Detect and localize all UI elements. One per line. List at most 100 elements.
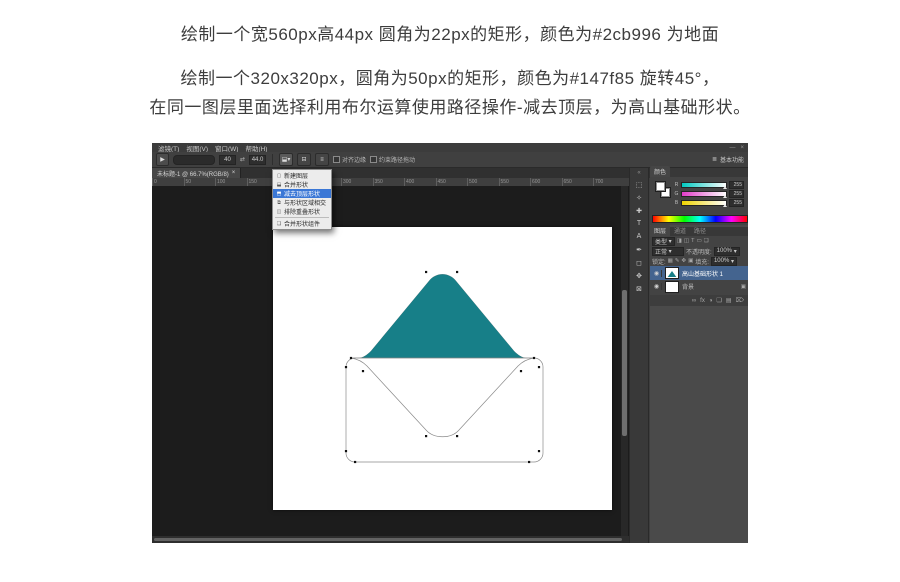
menu-item-label: 与形状区域相交 xyxy=(284,198,326,207)
diamond-lower-path[interactable] xyxy=(351,358,534,437)
layer-row-background[interactable]: ◉ 背景 ▣ xyxy=(650,280,748,293)
menu-item-intersect-shapes[interactable]: ⧉ 与形状区域相交 xyxy=(273,198,331,207)
healing-brush-icon[interactable]: ✚ xyxy=(632,204,646,217)
document-tab[interactable]: 未标题-1 @ 66.7%(RGB/8) × xyxy=(152,168,241,178)
lock-paint-icon[interactable]: ✎ xyxy=(675,258,680,264)
layer-mask-icon[interactable]: ❏ xyxy=(716,297,721,304)
instruction-line-3: 在同一图层里面选择利用布尔运算使用路径操作-减去顶层，为高山基础形状。 xyxy=(0,93,900,122)
filter-type-icon[interactable]: T xyxy=(691,238,694,244)
menu-item-subtract-front-shape[interactable]: ⬒ 减去顶层形状 xyxy=(273,189,331,198)
green-slider[interactable]: G 255 xyxy=(674,189,744,198)
path-selection-icon[interactable]: A xyxy=(632,230,646,243)
path-arrangement-button[interactable]: ≡ xyxy=(315,153,329,166)
link-dimensions-icon[interactable]: ⇄ xyxy=(240,156,245,163)
workspace-label: 基本功能 xyxy=(720,155,744,164)
new-layer-icon[interactable]: ▤ xyxy=(726,297,732,304)
slider-handle-icon[interactable] xyxy=(723,195,727,198)
filter-kind-dropdown[interactable]: 类型 ▾ xyxy=(652,237,675,246)
tab-color[interactable]: 颜色 xyxy=(650,166,670,177)
color-panel-header: 颜色 xyxy=(650,168,748,177)
crop-icon[interactable]: ⬚ xyxy=(632,178,646,191)
slider-handle-icon[interactable] xyxy=(723,186,727,189)
red-slider[interactable]: R 255 xyxy=(674,180,744,189)
opacity-value[interactable]: 100% ▾ xyxy=(714,247,740,256)
menu-item-exclude-shapes[interactable]: ◫ 排除重叠形状 xyxy=(273,207,331,216)
document-title: 未标题-1 @ 66.7%(RGB/8) xyxy=(157,169,229,178)
adjustment-layer-icon[interactable]: ◑ xyxy=(709,298,713,304)
tab-paths[interactable]: 路径 xyxy=(690,225,710,236)
link-layers-icon[interactable]: ∞ xyxy=(692,298,696,304)
shape-tool-icon[interactable]: ◻ xyxy=(632,256,646,269)
layer-name[interactable]: 背景 xyxy=(682,282,694,291)
instruction-line-2: 绘制一个320x320px，圆角为50px的矩形，颜色为#147f85 旋转45… xyxy=(0,64,900,93)
eye-icon[interactable]: ◉ xyxy=(652,270,662,277)
menu-item-label: 合并形状组件 xyxy=(284,219,320,228)
align-edges-checkbox[interactable]: 对齐边缘 xyxy=(333,155,366,164)
tool-preset-dropdown[interactable] xyxy=(173,155,215,165)
ruler-tick: 500 xyxy=(467,178,499,186)
lock-move-icon[interactable]: ✥ xyxy=(681,258,686,264)
foreground-color-swatch[interactable] xyxy=(655,181,666,192)
layer-thumbnail[interactable] xyxy=(665,281,679,293)
photoshop-window: 滤镜(T) 视图(V) 窗口(W) 帮助(H) — × ▶ 40 ⇄ 44.0 … xyxy=(152,143,748,543)
slider-handle-icon[interactable] xyxy=(723,204,727,207)
options-separator xyxy=(272,154,273,165)
green-value[interactable]: 255 xyxy=(729,190,744,198)
eye-icon[interactable]: ◉ xyxy=(652,283,662,290)
hand-tool-icon[interactable]: ✥ xyxy=(632,269,646,282)
path-operations-button[interactable]: ⬓▾ xyxy=(279,153,293,166)
blend-mode-dropdown[interactable]: 正常 ▾ xyxy=(652,247,684,256)
menu-item-unite-shapes[interactable]: ⬓ 合并形状 xyxy=(273,180,331,189)
close-icon[interactable]: × xyxy=(740,145,744,151)
menu-item-merge-shape-components[interactable]: ❏ 合并形状组件 xyxy=(273,219,331,228)
layer-row-mountain[interactable]: ◉ 高山基础形状 1 xyxy=(650,266,748,280)
merge-components-icon: ❏ xyxy=(276,221,282,227)
intersect-shapes-icon: ⧉ xyxy=(276,200,282,206)
delete-layer-icon[interactable]: ⌦ xyxy=(736,297,744,304)
pen-tool-icon[interactable]: ✒ xyxy=(632,243,646,256)
color-spectrum-ramp[interactable] xyxy=(652,215,748,223)
blue-slider[interactable]: B 255 xyxy=(674,198,744,207)
vertical-scrollbar-thumb[interactable] xyxy=(622,290,627,436)
path-alignment-button[interactable]: ⊟ xyxy=(297,153,311,166)
zoom-tool-icon[interactable]: ⊠ xyxy=(632,282,646,295)
tab-close-icon[interactable]: × xyxy=(232,170,236,176)
ruler-tick: 650 xyxy=(562,178,594,186)
eyedropper-icon[interactable]: ✧ xyxy=(632,191,646,204)
green-slider-track[interactable] xyxy=(681,191,727,197)
lock-all-icon[interactable]: ▣ xyxy=(688,258,693,264)
canvas-area[interactable] xyxy=(152,186,629,536)
height-field[interactable]: 44.0 xyxy=(249,155,266,165)
horizontal-scrollbar-thumb[interactable] xyxy=(154,538,622,541)
blue-value[interactable]: 255 xyxy=(729,199,744,207)
artboard[interactable] xyxy=(273,227,612,510)
blue-slider-track[interactable] xyxy=(681,200,727,206)
minimize-icon[interactable]: — xyxy=(729,145,735,151)
tab-layers[interactable]: 图层 xyxy=(650,225,670,236)
filter-adjustment-icon[interactable]: ◫ xyxy=(684,238,689,244)
red-value[interactable]: 255 xyxy=(729,181,744,189)
layer-filter-row: 类型 ▾ ◨ ◫ T ▭ ❏ xyxy=(650,236,748,246)
menu-item-label: 合并形状 xyxy=(284,180,308,189)
mountain-shape[interactable] xyxy=(351,274,534,358)
filter-smart-object-icon[interactable]: ❏ xyxy=(704,238,709,244)
fill-value[interactable]: 100% ▾ xyxy=(711,257,737,266)
layer-thumbnail[interactable] xyxy=(665,267,679,279)
filter-pixel-icon[interactable]: ◨ xyxy=(677,238,682,244)
layer-style-icon[interactable]: fx xyxy=(700,298,705,304)
tab-channels[interactable]: 通道 xyxy=(670,225,690,236)
panel-collapse-icon[interactable]: « xyxy=(637,170,640,178)
lock-transparent-icon[interactable]: ▦ xyxy=(668,258,673,264)
red-slider-track[interactable] xyxy=(681,182,727,188)
instruction-paragraph-2: 绘制一个320x320px，圆角为50px的矩形，颜色为#147f85 旋转45… xyxy=(0,64,900,122)
constrain-path-checkbox[interactable]: 约束路径拖动 xyxy=(370,155,415,164)
filter-shape-icon[interactable]: ▭ xyxy=(696,238,701,244)
type-tool-icon[interactable]: T xyxy=(632,217,646,230)
menu-separator xyxy=(275,217,329,218)
layer-name[interactable]: 高山基础形状 1 xyxy=(682,269,723,278)
menu-item-new-layer[interactable]: ▢ 新建图层 xyxy=(273,171,331,180)
rounded-rect-path[interactable] xyxy=(346,358,543,462)
current-tool-icon[interactable]: ▶ xyxy=(156,153,169,166)
workspace-switcher[interactable]: ≣ 基本功能 xyxy=(712,155,744,164)
width-field[interactable]: 40 xyxy=(219,155,236,165)
